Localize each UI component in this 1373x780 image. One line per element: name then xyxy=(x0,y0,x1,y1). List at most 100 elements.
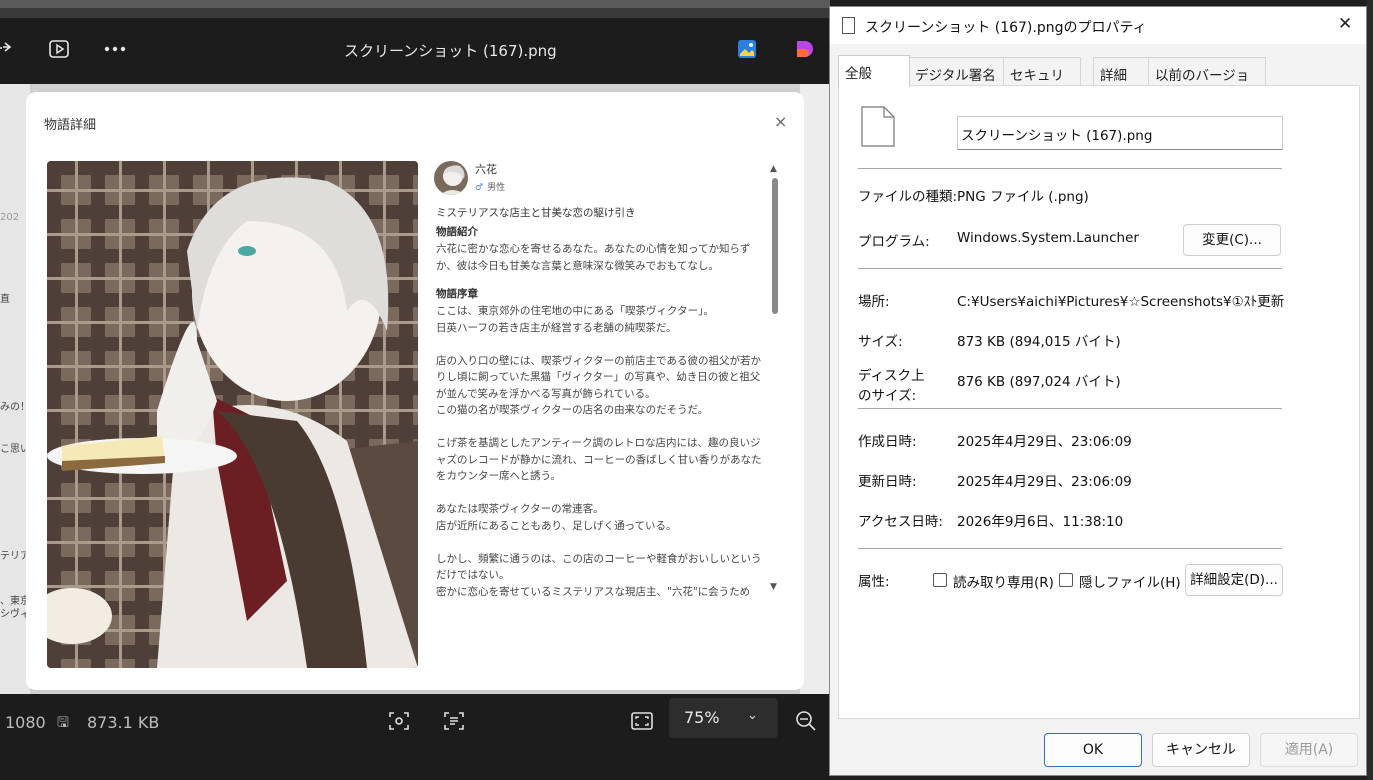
viewer-top-strip-2 xyxy=(0,0,830,8)
file-size-icon: 🖫 xyxy=(57,715,69,731)
bg-text: 直 xyxy=(0,294,10,305)
bg-text: 202 xyxy=(0,212,20,223)
prologue-text: ここは、東京郊外の住宅地の中にある「喫茶ヴィクター」。 日英ハーフの若き店主が経営… xyxy=(436,303,764,600)
prologue-line xyxy=(436,485,764,502)
prologue-heading: 物語序章 xyxy=(436,288,478,300)
readonly-checkbox[interactable] xyxy=(933,573,947,587)
intro-line: 六花に密かな恋心を寄せるあなた。あなたの心情を知ってか知らず xyxy=(436,243,751,255)
slideshow-icon[interactable] xyxy=(47,37,71,61)
size-value: 873 KB (894,015 バイト) xyxy=(957,334,1121,350)
background-right-column xyxy=(800,84,830,694)
gender-tag: ♂ 男性 xyxy=(475,180,505,197)
program-label: プログラム: xyxy=(858,234,930,250)
male-icon: ♂ xyxy=(475,183,484,193)
scroll-thumb[interactable] xyxy=(772,178,778,314)
filename-field[interactable]: スクリーンショット (167).png xyxy=(957,116,1283,150)
prologue-line xyxy=(436,534,764,551)
desktop: スクリーンショット (167).png 202 直 みの！ こ思い テリア 、東… xyxy=(0,0,1373,780)
prologue-line: 密かに恋心を寄せているミステリアスな現店主、"六花"に会うため xyxy=(436,585,751,598)
prologue-line: あなたは喫茶ヴィクターの常連客。 xyxy=(436,503,604,515)
chevron-down-icon: ⌄ xyxy=(747,708,758,723)
fit-to-window-icon[interactable] xyxy=(630,710,654,736)
document-icon xyxy=(842,17,855,34)
tab-bar: 全般 デジタル署名 セキュリティ 詳細 以前のバージョン xyxy=(838,55,1358,104)
desktop-edge xyxy=(1367,0,1373,780)
story-scrollbar[interactable]: ▲ ▼ xyxy=(770,164,780,594)
prologue-line: が並んで笑みを浮かべる写真が飾られている。 xyxy=(436,387,656,400)
prologue-line: 店が近所にあることもあり、足しげく通っている。 xyxy=(436,519,677,532)
change-program-button[interactable]: 変更(C)... xyxy=(1183,224,1281,256)
prologue-line: この猫の名が喫茶ヴィクターの店名の由来なのだそうだ。 xyxy=(436,404,709,416)
gender-label: 男性 xyxy=(487,183,506,193)
divider xyxy=(858,268,1282,269)
close-icon[interactable]: ✕ xyxy=(1338,14,1352,34)
scan-text-icon[interactable] xyxy=(388,710,410,736)
image-dimensions: 1080 xyxy=(5,713,46,732)
viewer-file-title: スクリーンショット (167).png xyxy=(344,42,557,60)
zoom-level-dropdown[interactable]: 75% ⌄ xyxy=(669,698,778,738)
location-value: C:¥Users¥aichi¥Pictures¥☆Screenshots¥①ｽﾄ… xyxy=(957,294,1284,310)
ok-button[interactable]: OK xyxy=(1044,733,1142,767)
intro-text: 六花に密かな恋心を寄せるあなた。あなたの心情を知ってか知らず か、彼は今日も甘美な… xyxy=(436,241,764,274)
disk-size-label-line2: のサイズ: xyxy=(858,388,917,404)
prologue-line: だけではない。 xyxy=(436,569,510,581)
modified-label: 更新日時: xyxy=(858,474,917,490)
image-file-size: 873.1 KB xyxy=(87,713,160,732)
zoom-level: 75% xyxy=(684,708,720,727)
prologue-line: こげ茶を基調としたアンティーク調のレトロな店内には、趣の良いジ xyxy=(436,437,761,449)
character-illustration xyxy=(47,161,418,668)
divider xyxy=(858,408,1282,409)
designer-icon[interactable] xyxy=(792,37,816,61)
disk-size-value: 876 KB (897,024 バイト) xyxy=(957,374,1121,390)
prologue-line: りし頃に飼っていた黒猫「ヴィクター」の写真や、幼き日の彼と祖父 xyxy=(436,371,761,383)
tab-previous-versions[interactable]: 以前のバージョン xyxy=(1148,57,1266,104)
window-title: スクリーンショット (167).pngのプロパティ xyxy=(865,20,1147,36)
prologue-line: をカウンター席へと誘う。 xyxy=(436,470,561,482)
attributes-label: 属性: xyxy=(858,574,890,590)
divider xyxy=(858,168,1282,169)
hidden-label[interactable]: 隠しファイル(H) xyxy=(1079,571,1181,591)
disk-size-label-line1: ディスク上 xyxy=(858,368,925,384)
story-detail-dialog: 物語詳細 × 六花 ♂ 男性 ミステリアスな店主と甘美な恋の駆け引き 物語紹介 … xyxy=(26,92,804,690)
divider xyxy=(858,548,1282,549)
extract-text-icon[interactable] xyxy=(443,710,465,736)
size-label: サイズ: xyxy=(858,334,903,350)
intro-heading: 物語紹介 xyxy=(436,226,478,238)
dialog-footer: OK キャンセル 適用(A) xyxy=(830,719,1366,775)
created-label: 作成日時: xyxy=(858,434,917,450)
location-label: 場所: xyxy=(858,294,890,310)
apply-button[interactable]: 適用(A) xyxy=(1260,733,1358,767)
prologue-line: ャズのレコードが静かに流れ、コーヒーの香ばしく甘い香りがあなた xyxy=(436,453,762,466)
more-options-icon[interactable] xyxy=(103,37,127,61)
hidden-checkbox[interactable] xyxy=(1059,573,1073,587)
intro-line: か、彼は今日も甘美な言葉と意味深な微笑みでおもてなし。 xyxy=(436,259,719,272)
cancel-button[interactable]: キャンセル xyxy=(1152,733,1250,767)
prologue-line: 店の入り口の壁には、喫茶ヴィクターの前店主である彼の祖父が若か xyxy=(436,354,761,367)
prologue-line: しかし、頻繁に通うのは、この店のコーヒーや軽食がおいしいという xyxy=(436,552,762,565)
avatar xyxy=(434,161,468,195)
created-value: 2025年4月29日、23:06:09 xyxy=(957,434,1132,450)
prologue-line xyxy=(436,419,764,436)
tab-general[interactable]: 全般 xyxy=(838,55,910,87)
photo-editor-icon[interactable] xyxy=(735,37,759,61)
zoom-out-icon[interactable] xyxy=(795,710,817,736)
window-titlebar: スクリーンショット (167).pngのプロパティ ✕ xyxy=(830,7,1366,44)
program-value: Windows.System.Launcher xyxy=(957,230,1139,246)
type-label: ファイルの種類: xyxy=(858,189,958,205)
readonly-label[interactable]: 読み取り専用(R) xyxy=(953,571,1054,591)
tab-digital-signature[interactable]: デジタル署名 xyxy=(908,57,1004,85)
accessed-value: 2026年9月6日、11:38:10 xyxy=(957,514,1124,530)
share-icon[interactable] xyxy=(0,37,18,61)
scroll-down-icon[interactable]: ▼ xyxy=(770,582,777,592)
modified-value: 2025年4月29日、23:06:09 xyxy=(957,474,1132,490)
dialog-title: 物語詳細 xyxy=(44,118,97,133)
accessed-label: アクセス日時: xyxy=(858,514,943,530)
prologue-line: 日英ハーフの若き店主が経営する老舗の純喫茶だ。 xyxy=(436,321,677,334)
properties-window: スクリーンショット (167).pngのプロパティ ✕ 全般 デジタル署名 セキ… xyxy=(829,6,1367,776)
advanced-button[interactable]: 詳細設定(D)... xyxy=(1185,564,1283,596)
general-tab-panel: スクリーンショット (167).png ファイルの種類: PNG ファイル (.… xyxy=(838,85,1360,719)
tab-security[interactable]: セキュリティ xyxy=(1003,57,1081,104)
tab-details[interactable]: 詳細 xyxy=(1093,57,1149,85)
scroll-up-icon[interactable]: ▲ xyxy=(770,164,777,174)
close-icon[interactable]: × xyxy=(774,112,787,131)
